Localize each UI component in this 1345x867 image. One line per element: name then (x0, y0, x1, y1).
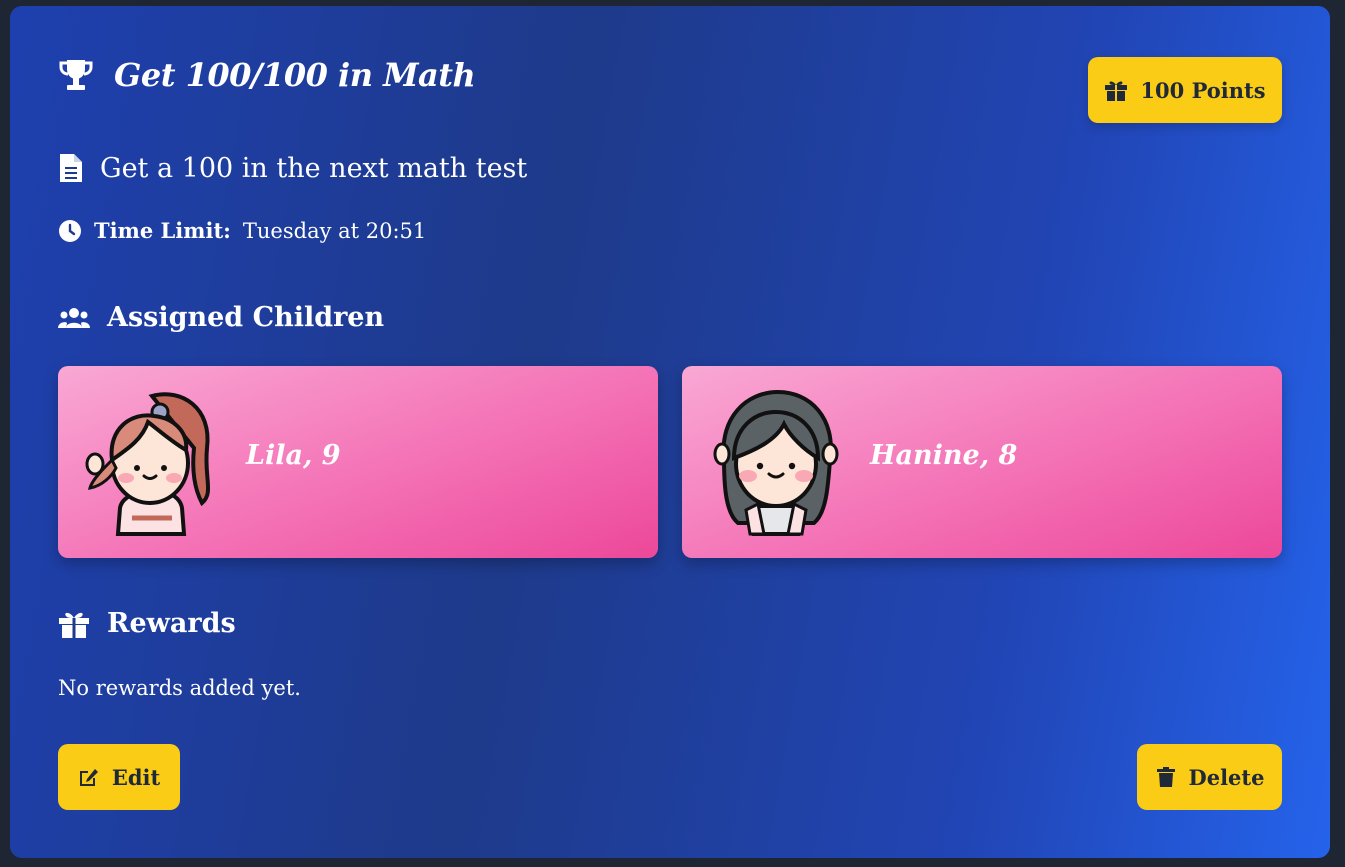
trophy-icon (59, 60, 93, 90)
edit-label: Edit (111, 764, 161, 790)
delete-button[interactable]: Delete (1137, 744, 1282, 810)
assigned-children-heading: Assigned Children (58, 302, 384, 333)
users-icon (58, 307, 90, 328)
girl-ponytail-avatar-icon (85, 392, 211, 536)
clock-icon (59, 219, 81, 242)
rewards-heading: Rewards (58, 608, 236, 639)
edit-button[interactable]: Edit (58, 744, 180, 810)
rewards-empty-text: No rewards added yet. (58, 676, 301, 700)
time-limit-row: Time Limit: Tuesday at 20:51 (58, 218, 426, 243)
document-icon (60, 154, 82, 182)
task-description-row: Get a 100 in the next math test (58, 152, 527, 184)
task-card: Get 100/100 in Math 100 Points Get a 100… (10, 6, 1330, 858)
girl-dark-hair-avatar-icon (713, 389, 839, 536)
gift-icon (1105, 81, 1128, 101)
assigned-children-title: Assigned Children (107, 302, 385, 333)
delete-label: Delete (1188, 764, 1265, 790)
child-card-lila[interactable]: Lila, 9 (58, 366, 658, 558)
time-limit-label: Time Limit: (94, 218, 231, 243)
trash-icon (1156, 767, 1175, 787)
child-name: Hanine, 8 (870, 440, 1018, 471)
child-card-hanine[interactable]: Hanine, 8 (682, 366, 1282, 558)
child-name: Lila, 9 (246, 440, 341, 471)
time-limit-value: Tuesday at 20:51 (242, 218, 427, 243)
task-title: Get 100/100 in Math (114, 56, 476, 94)
gift-icon (59, 612, 89, 638)
points-label: 100 Points (1140, 77, 1266, 103)
rewards-title: Rewards (107, 608, 236, 639)
points-button[interactable]: 100 Points (1088, 57, 1282, 123)
task-header: Get 100/100 in Math (58, 56, 476, 94)
task-description: Get a 100 in the next math test (100, 152, 528, 184)
edit-icon (79, 769, 98, 786)
